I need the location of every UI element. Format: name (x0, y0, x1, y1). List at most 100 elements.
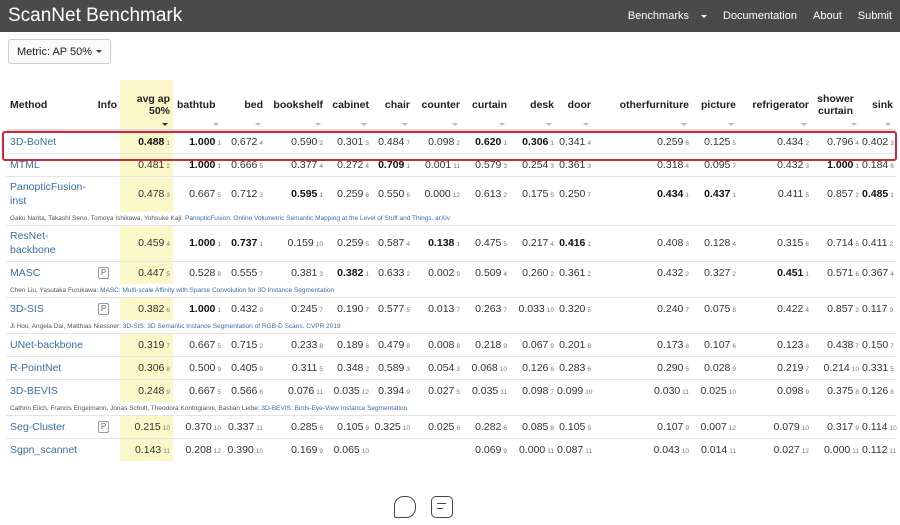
rank-value: 5 (587, 306, 591, 314)
score-value: 0.217 (522, 237, 549, 249)
col-chair[interactable]: chair (372, 80, 413, 131)
col-shower-curtain[interactable]: shower curtain (812, 80, 862, 131)
rank-value: 2 (855, 192, 859, 200)
rank-value: 9 (855, 424, 859, 432)
score-cell: 0.311 5 (266, 355, 326, 379)
col-sink[interactable]: sink (862, 80, 896, 131)
score-cell: 0.098 2 (413, 129, 463, 153)
score-value: 0.114 (862, 420, 888, 433)
score-cell: 0.667 5 (173, 175, 224, 212)
score-value: 0.035 (333, 384, 360, 397)
score-value: 0.008 (428, 338, 455, 351)
score-cell: 0.107 6 (692, 332, 739, 356)
score-cell: 0.079 10 (739, 414, 812, 438)
rank-value: 1 (550, 139, 554, 147)
method-name[interactable]: 3D-BoNet (6, 129, 90, 153)
rank-value: 12 (213, 447, 221, 455)
note-icon[interactable] (431, 496, 453, 518)
rank-value: 5 (685, 365, 689, 373)
col-counter[interactable]: counter (413, 80, 463, 131)
rank-value: 10 (162, 424, 170, 432)
col-cabinet[interactable]: cabinet (326, 80, 372, 131)
citation-link[interactable]: 3D-SIS: 3D Semantic Instance Segmentatio… (123, 323, 341, 330)
score-cell: 0.098 9 (739, 378, 812, 402)
score-value: 0.159 (287, 237, 314, 249)
col-bed[interactable]: bed (224, 80, 266, 131)
score-value: 1.000 (189, 302, 216, 315)
col-curtain[interactable]: curtain (463, 80, 510, 131)
score-value: 0.447 (138, 266, 165, 279)
score-value: 0.666 (231, 158, 258, 171)
paper-badge[interactable]: P (97, 421, 110, 433)
nav-benchmarks[interactable]: Benchmarks (612, 10, 715, 22)
score-cell: 0.796 4 (812, 129, 862, 153)
score-cell: 0.361 3 (557, 152, 594, 176)
rank-value: 11 (547, 447, 554, 455)
method-name[interactable]: 3D-SIS (6, 296, 90, 320)
col-bookshelf[interactable]: bookshelf (266, 80, 326, 131)
method-name[interactable]: MASC (6, 260, 90, 284)
score-value: 0.025 (700, 384, 727, 397)
citation-link[interactable]: MASC: Multi-scale Affinity with Sparse C… (100, 287, 334, 294)
rank-value: 3 (503, 162, 507, 170)
metric-label: Metric: AP 50% (17, 45, 92, 58)
score-cell: 0.117 9 (862, 296, 896, 320)
col-method[interactable]: Method (6, 80, 90, 131)
score-cell: 0.000 12 (413, 175, 463, 212)
paper-badge[interactable]: P (97, 303, 110, 316)
comment-icon[interactable] (394, 496, 416, 518)
method-name[interactable]: Seg-Cluster (6, 414, 90, 438)
col-door[interactable]: door (557, 80, 594, 131)
nav-submit[interactable]: Submit (850, 10, 900, 22)
rank-value: 1 (259, 241, 263, 248)
metric-dropdown[interactable]: Metric: AP 50% (8, 39, 111, 64)
method-name[interactable]: 3D-BEVIS (6, 378, 90, 402)
score-value: 0.478 (138, 188, 165, 201)
sort-icon (801, 123, 807, 126)
app-title[interactable]: ScanNet Benchmark (0, 5, 612, 27)
score-value: 0.485 (862, 188, 889, 201)
method-name[interactable]: Sgpn_scannet (6, 437, 90, 461)
citation-link[interactable]: 3D-BEVIS: Birds-Eye-View Instance Segmen… (261, 405, 407, 412)
method-name[interactable]: UNet-backbone (6, 332, 90, 356)
method-name[interactable]: PanopticFusion-inst (6, 175, 90, 212)
rank-value: 1 (805, 270, 809, 278)
rank-value: 10 (681, 447, 689, 455)
citation-text: Cathrin Elich, Francis Engelmann, Jonas … (6, 402, 896, 415)
rank-value: 10 (585, 388, 593, 396)
score-cell: 0.112 11 (862, 437, 896, 461)
col-refrigerator[interactable]: refrigerator (739, 80, 812, 131)
col-avg[interactable]: avg ap 50% (120, 80, 173, 131)
col-desk[interactable]: desk (510, 80, 557, 131)
score-value: 0.500 (189, 361, 216, 374)
rank-value: 1 (217, 306, 221, 314)
rank-value: 4 (406, 241, 410, 248)
rank-value: 3 (319, 270, 323, 278)
rank-value: 12 (361, 388, 369, 396)
col-info[interactable]: Info (90, 80, 120, 131)
score-value: 0.099 (557, 384, 584, 397)
score-cell: 0.709 1 (372, 152, 413, 176)
col-bathtub[interactable]: bathtub (173, 80, 224, 131)
score-value: 0.175 (522, 188, 549, 201)
paper-badge[interactable]: P (97, 267, 110, 280)
citation-link[interactable]: PanopticFusion: Online Volumetric Semant… (185, 215, 450, 222)
sort-icon (361, 123, 367, 126)
method-name[interactable]: R-PointNet (6, 355, 90, 379)
method-name[interactable]: ResNet-backbone (6, 224, 90, 261)
score-cell: 0.613 2 (463, 175, 510, 212)
score-cell: 0.422 4 (739, 296, 812, 320)
score-cell: 0.001 11 (413, 152, 463, 176)
rank-value: 5 (406, 306, 410, 314)
table-row: 3D-SIS P 0.382 6 1.000 1 0.432 9 0.245 7 0.190 7 0.5… (6, 296, 896, 320)
score-value: 0.667 (189, 338, 216, 351)
score-cell: 0.027 12 (739, 437, 812, 461)
col-picture[interactable]: picture (692, 80, 739, 131)
nav-documentation[interactable]: Documentation (715, 10, 805, 22)
score-cell: 0.190 7 (326, 296, 372, 320)
col-otherfurniture[interactable]: otherfurniture (594, 80, 692, 131)
method-name[interactable]: MTML (6, 152, 90, 176)
nav-about[interactable]: About (805, 10, 850, 22)
score-value: 0.315 (777, 237, 804, 249)
score-value: 0.259 (337, 237, 364, 249)
